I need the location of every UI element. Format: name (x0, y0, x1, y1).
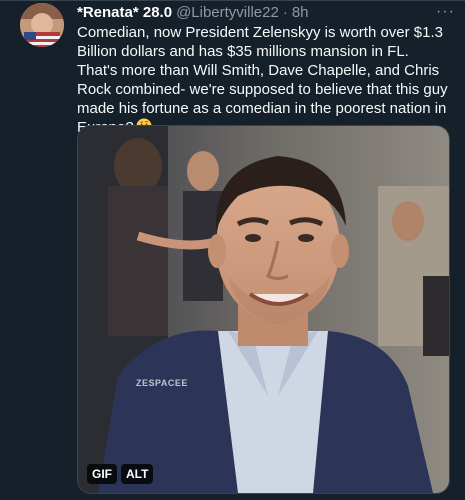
tweet-media-gif[interactable]: ZESPACEE GIF ALT (77, 125, 450, 494)
user-handle[interactable]: @Libertyville22 (176, 4, 279, 21)
media-watermark: ZESPACEE (136, 378, 188, 388)
tweet-text-block: Comedian, now President Zelenskyy is wor… (77, 23, 452, 137)
gif-badge[interactable]: GIF (87, 464, 117, 484)
more-options-icon[interactable]: ··· (436, 3, 455, 21)
tweet[interactable]: *Renata* 28.0 @Libertyville22 · 8h Comed… (0, 0, 465, 500)
avatar[interactable] (20, 3, 64, 47)
alt-badge[interactable]: ALT (121, 464, 154, 484)
display-name[interactable]: *Renata* 28.0 (77, 4, 172, 21)
gif-frame (78, 126, 449, 493)
media-badges: GIF ALT (87, 464, 154, 484)
separator-dot: · (282, 3, 288, 21)
tweet-header: *Renata* 28.0 @Libertyville22 · 8h (77, 1, 455, 23)
tweet-timestamp[interactable]: 8h (292, 4, 309, 21)
tweet-content: *Renata* 28.0 @Libertyville22 · 8h Comed… (77, 1, 455, 137)
tweet-text: Comedian, now President Zelenskyy is wor… (77, 24, 448, 136)
